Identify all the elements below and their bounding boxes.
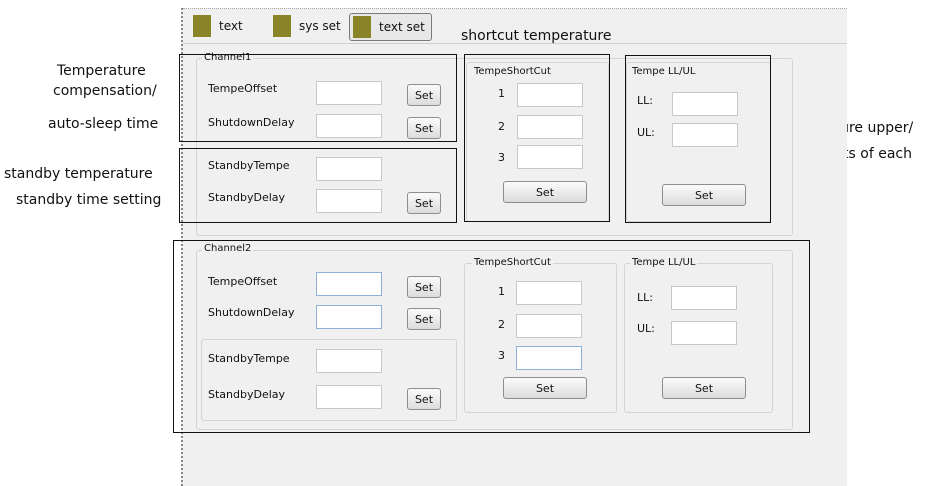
annotation-temperature: Temperature xyxy=(57,63,146,79)
toolbar-text-set-label: text set xyxy=(379,20,425,34)
text-set-icon xyxy=(353,16,371,38)
annotation-standby-temperature: standby temperature xyxy=(4,166,153,182)
toolbar-sys-set-label: sys set xyxy=(299,19,341,33)
highlight-compensation xyxy=(179,54,457,142)
toolbar-text-set-button[interactable]: text set xyxy=(349,13,432,41)
annotation-shortcut: shortcut temperature xyxy=(461,28,612,44)
sys-set-icon xyxy=(273,15,291,37)
annotation-standby-time: standby time setting xyxy=(16,192,162,208)
text-icon xyxy=(193,15,211,37)
highlight-shortcut xyxy=(464,54,610,222)
highlight-channel2 xyxy=(173,240,810,433)
toolbar-text-label: text xyxy=(219,19,243,33)
toolbar-text-button[interactable]: text xyxy=(193,13,243,39)
toolbar-sys-set-button[interactable]: sys set xyxy=(273,13,341,39)
highlight-standby xyxy=(179,148,457,223)
highlight-limits xyxy=(625,55,771,223)
annotation-compensation: compensation/ xyxy=(53,83,157,99)
annotation-auto-sleep: auto-sleep time xyxy=(48,116,159,132)
